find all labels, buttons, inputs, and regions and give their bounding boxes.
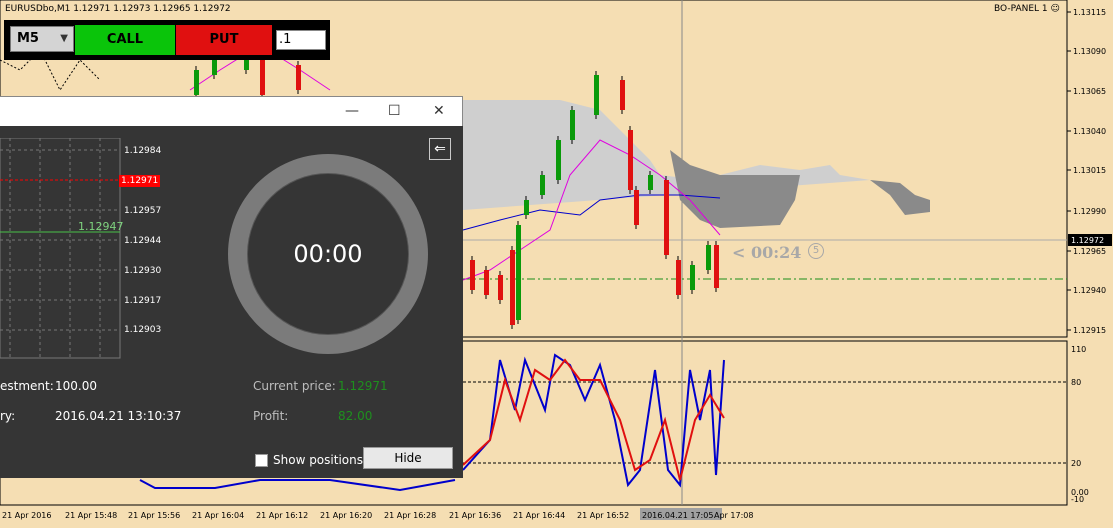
price-tick-label: 1.12990 <box>1073 207 1106 216</box>
minimize-icon[interactable]: — <box>345 103 359 119</box>
option-dialog: — ☐ ✕ 1.12984 1.12971 1.12957 1.12944 1.… <box>0 96 463 478</box>
current-price-value: 1.12971 <box>338 379 388 393</box>
trade-toolbar: M5 ▼ CALL PUT .1 <box>4 20 330 60</box>
candle-body <box>706 245 711 270</box>
show-positions-checkbox[interactable] <box>255 454 268 467</box>
symbol-info: EURUSDbo,M1 1.12971 1.12973 1.12965 1.12… <box>5 4 231 14</box>
candle-body <box>648 175 653 190</box>
investment-value: 100.00 <box>55 379 97 393</box>
candle-body <box>470 260 475 290</box>
candle-body <box>676 260 681 295</box>
dialog-titlebar[interactable]: — ☐ ✕ <box>0 96 463 126</box>
price-tick-label: 1.13040 <box>1073 127 1106 136</box>
time-tick-label: 2016.04.21 17:05 <box>642 511 713 520</box>
mini-chart <box>0 138 121 359</box>
back-arrow-icon[interactable]: ⇐ <box>429 138 451 160</box>
time-tick-label: 21 Apr 16:44 <box>513 511 565 520</box>
put-button[interactable]: PUT <box>176 25 272 55</box>
timer-value: 00:00 <box>293 240 363 268</box>
current-price-axis-label: 1.12972 <box>1071 236 1104 245</box>
trading-terminal: { "chart": { "symbol_line": "EURUSDbo,M1… <box>0 0 1113 528</box>
time-tick-label: 21 Apr 15:56 <box>128 511 180 520</box>
timer-ring: 00:00 <box>228 154 428 354</box>
mini-tick: 1.12957 <box>124 206 162 216</box>
countdown-mark: 5 <box>808 243 824 259</box>
current-price-label: Current price: <box>253 379 336 393</box>
candle-body <box>212 60 217 75</box>
osc-tick-label: -10 <box>1071 495 1084 504</box>
price-tick-label: 1.12940 <box>1073 286 1106 295</box>
time-tick-label: 21 Apr 16:20 <box>320 511 372 520</box>
price-tick-label: 1.13090 <box>1073 47 1106 56</box>
candle-body <box>664 180 669 255</box>
candle-body <box>510 250 515 325</box>
bar-countdown: < 00:24 <box>732 243 802 262</box>
hide-button[interactable]: Hide <box>363 447 453 469</box>
mini-tick: 1.12917 <box>124 296 162 306</box>
investment-label: estment: <box>0 379 54 393</box>
candle-body <box>498 275 503 300</box>
time-tick-label: 21 Apr 15:48 <box>65 511 117 520</box>
candle-body <box>690 265 695 290</box>
candle-body <box>524 200 529 215</box>
bo-panel-title: BO-PANEL 1 ☺ <box>994 4 1060 14</box>
amount-input[interactable]: .1 <box>276 30 326 50</box>
osc-tick-label: 80 <box>1071 378 1081 387</box>
show-positions-label: Show positions <box>273 453 363 467</box>
candle-body <box>194 70 199 95</box>
profit-value: 82.00 <box>338 409 373 423</box>
candle-body <box>296 65 301 90</box>
chevron-down-icon: ▼ <box>60 33 68 44</box>
maximize-icon[interactable]: ☐ <box>388 103 401 119</box>
candle-body <box>570 110 575 140</box>
smiley-icon: ☺ <box>1050 4 1060 14</box>
price-tick-label: 1.13065 <box>1073 87 1106 96</box>
candle-body <box>540 175 545 195</box>
mini-open-price: 1.12947 <box>78 220 124 233</box>
mini-current-price: 1.12971 <box>119 175 161 187</box>
candle-body <box>516 225 521 320</box>
osc-tick-label: 110 <box>1071 345 1086 354</box>
candle-body <box>714 245 719 288</box>
mini-tick: 1.12930 <box>124 266 162 276</box>
close-icon[interactable]: ✕ <box>433 103 445 119</box>
profit-label: Profit: <box>253 409 289 423</box>
price-tick-label: 1.13115 <box>1073 8 1106 17</box>
osc-tick-label: 20 <box>1071 459 1081 468</box>
expiry-value: 2016.04.21 13:10:37 <box>55 409 182 423</box>
price-tick-label: 1.12915 <box>1073 326 1106 335</box>
timeframe-select[interactable]: M5 ▼ <box>10 26 74 52</box>
time-tick-label: 21 Apr 16:36 <box>449 511 501 520</box>
candle-body <box>556 140 561 180</box>
mini-tick: 1.12944 <box>124 236 162 246</box>
mini-tick: 1.12903 <box>124 325 162 335</box>
candle-body <box>634 190 639 225</box>
time-tick-label: 21 Apr 16:04 <box>192 511 244 520</box>
time-tick-label: 21 Apr 16:12 <box>256 511 308 520</box>
time-tick-label: 21 Apr 2016 <box>2 511 51 520</box>
candle-body <box>594 75 599 115</box>
mini-tick: 1.12984 <box>124 146 162 156</box>
candle-body <box>628 130 633 190</box>
candle-body <box>484 270 489 295</box>
time-tick-label: Apr 17:08 <box>714 511 753 520</box>
call-button[interactable]: CALL <box>75 25 175 55</box>
expiry-label: ry: <box>0 409 16 423</box>
time-tick-label: 21 Apr 16:28 <box>384 511 436 520</box>
candle-body <box>620 80 625 110</box>
price-tick-label: 1.13015 <box>1073 166 1106 175</box>
price-tick-label: 1.12965 <box>1073 247 1106 256</box>
time-tick-label: 21 Apr 16:52 <box>577 511 629 520</box>
